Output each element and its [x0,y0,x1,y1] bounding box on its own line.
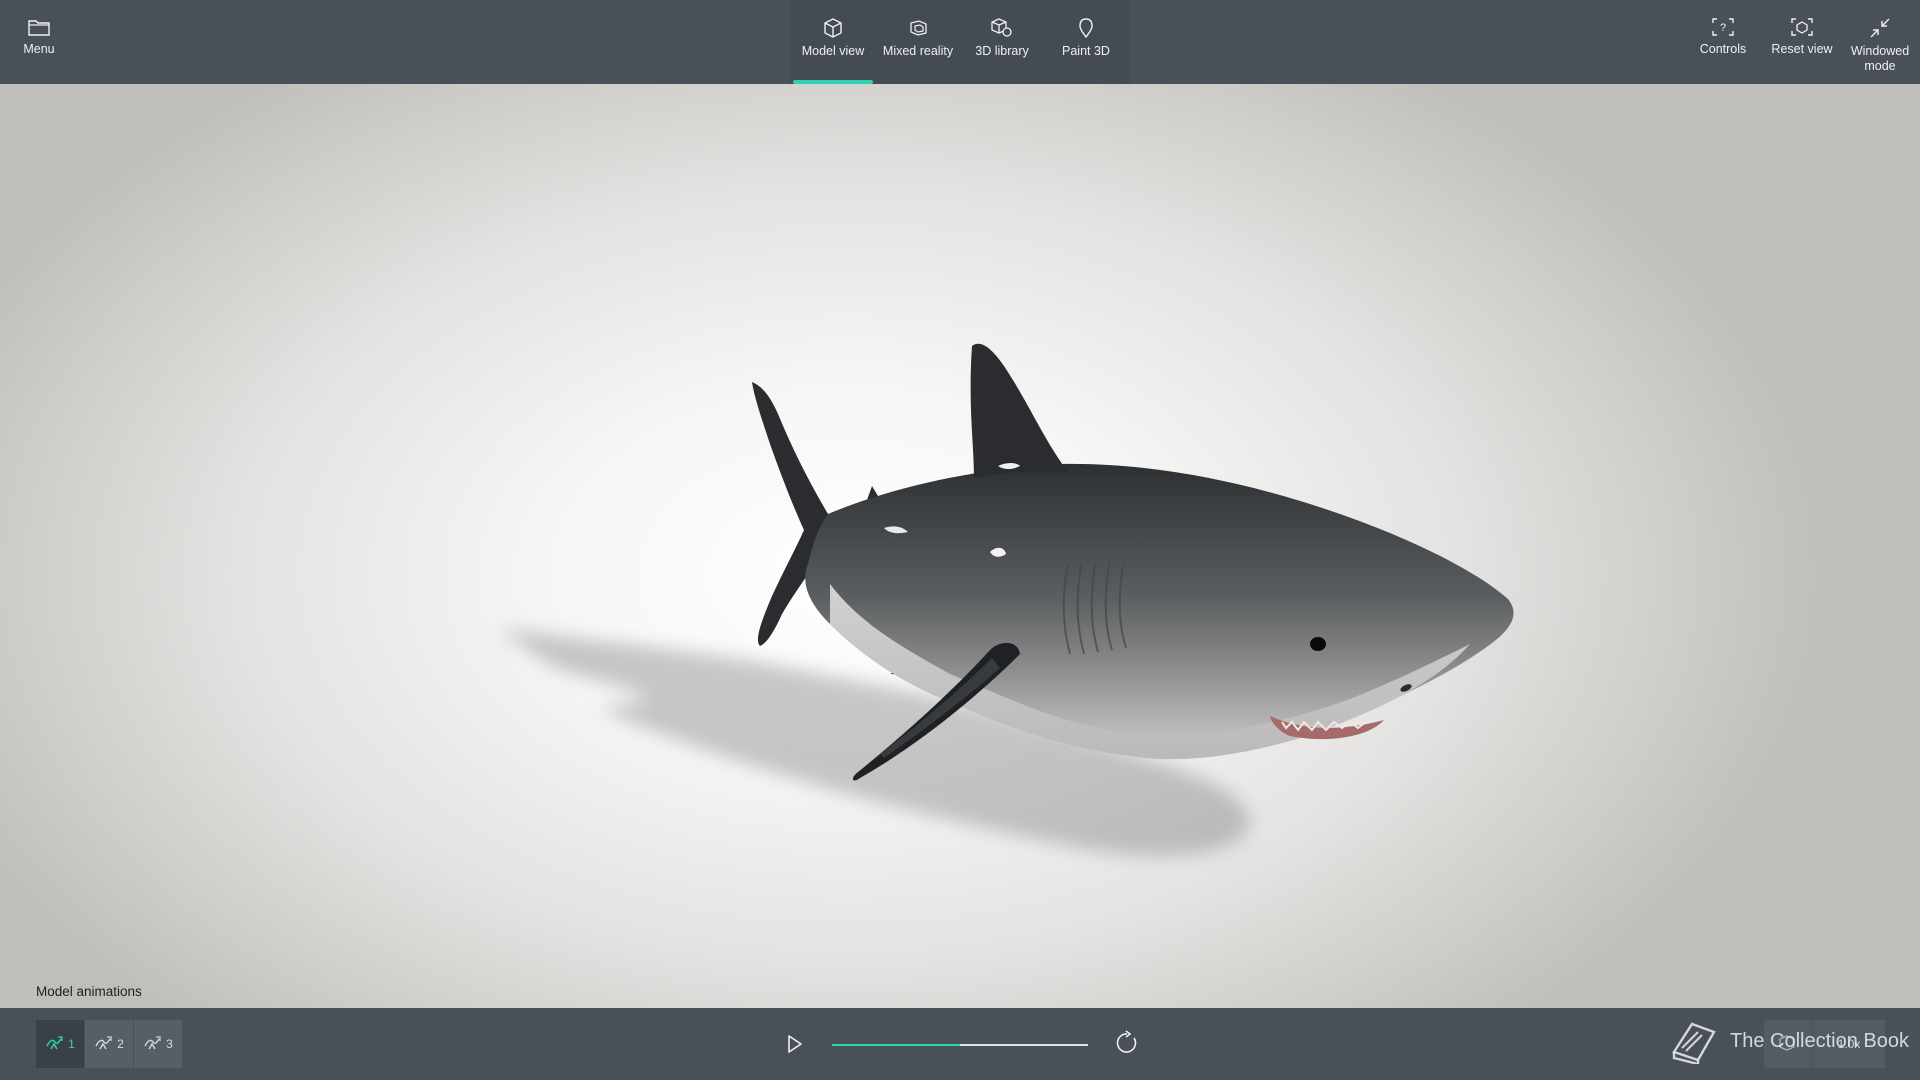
model-viewport[interactable] [0,84,1920,1008]
loop-button[interactable] [1114,1030,1140,1056]
tab-3d-library[interactable]: 3D library [962,0,1042,84]
timeline-progress [832,1044,960,1046]
shark-model[interactable] [0,84,1920,1008]
shark-dorsal-fin [970,343,1068,478]
tab-label: Mixed reality [882,44,954,58]
animation-icon [46,1036,63,1050]
reset-view-icon [1791,18,1813,36]
paint-drop-icon [1079,18,1093,38]
animation-number: 2 [117,1037,124,1051]
tab-model-view[interactable]: Model view [793,0,873,84]
play-icon [788,1035,802,1053]
cube-icon [824,18,842,38]
controls-label: Controls [1699,42,1747,56]
animation-3-button[interactable]: 3 [134,1020,182,1068]
animation-icon [144,1036,161,1050]
collapse-arrows-icon [1870,18,1890,38]
tab-label: 3D library [975,44,1029,58]
library-cube-icon [991,18,1012,37]
controls-help-icon: ? [1712,18,1734,36]
top-toolbar: Menu Model view Mixed reality 3D library… [0,0,1920,84]
watermark-text: The Collection Book [1730,1029,1909,1052]
mixed-reality-icon [910,20,927,36]
windowed-mode-button[interactable]: Windowed mode [1848,0,1912,84]
reset-view-button[interactable]: Reset view [1770,0,1834,84]
shark-eye [1310,637,1326,651]
animation-2-button[interactable]: 2 [85,1020,133,1068]
animation-selector: 1 2 3 [36,1020,182,1068]
play-button[interactable] [782,1032,806,1056]
replay-icon [1116,1030,1137,1053]
tab-label: Model view [801,44,865,58]
animation-number: 1 [68,1037,75,1051]
folder-icon [28,20,50,36]
tab-mixed-reality[interactable]: Mixed reality [876,0,960,84]
model-animations-label: Model animations [36,984,142,999]
animation-number: 3 [166,1037,173,1051]
active-tab-indicator [793,80,873,84]
tab-paint-3d[interactable]: Paint 3D [1046,0,1126,84]
book-icon [1672,1022,1716,1064]
menu-button[interactable]: Menu [14,0,64,84]
menu-label: Menu [23,42,55,56]
playback-bar: 1 2 3 1.0x The Collection Book [0,1008,1920,1080]
svg-text:?: ? [1720,22,1726,34]
windowed-label-1: Windowed [1850,44,1910,58]
windowed-label-2: mode [1864,59,1896,73]
animation-timeline[interactable] [832,1044,1088,1046]
animation-icon [95,1036,112,1050]
animation-1-button[interactable]: 1 [36,1020,84,1068]
watermark: The Collection Book [1668,1018,1909,1064]
tab-label: Paint 3D [1062,44,1110,58]
reset-view-label: Reset view [1771,42,1833,56]
controls-button[interactable]: ? Controls [1694,0,1752,84]
